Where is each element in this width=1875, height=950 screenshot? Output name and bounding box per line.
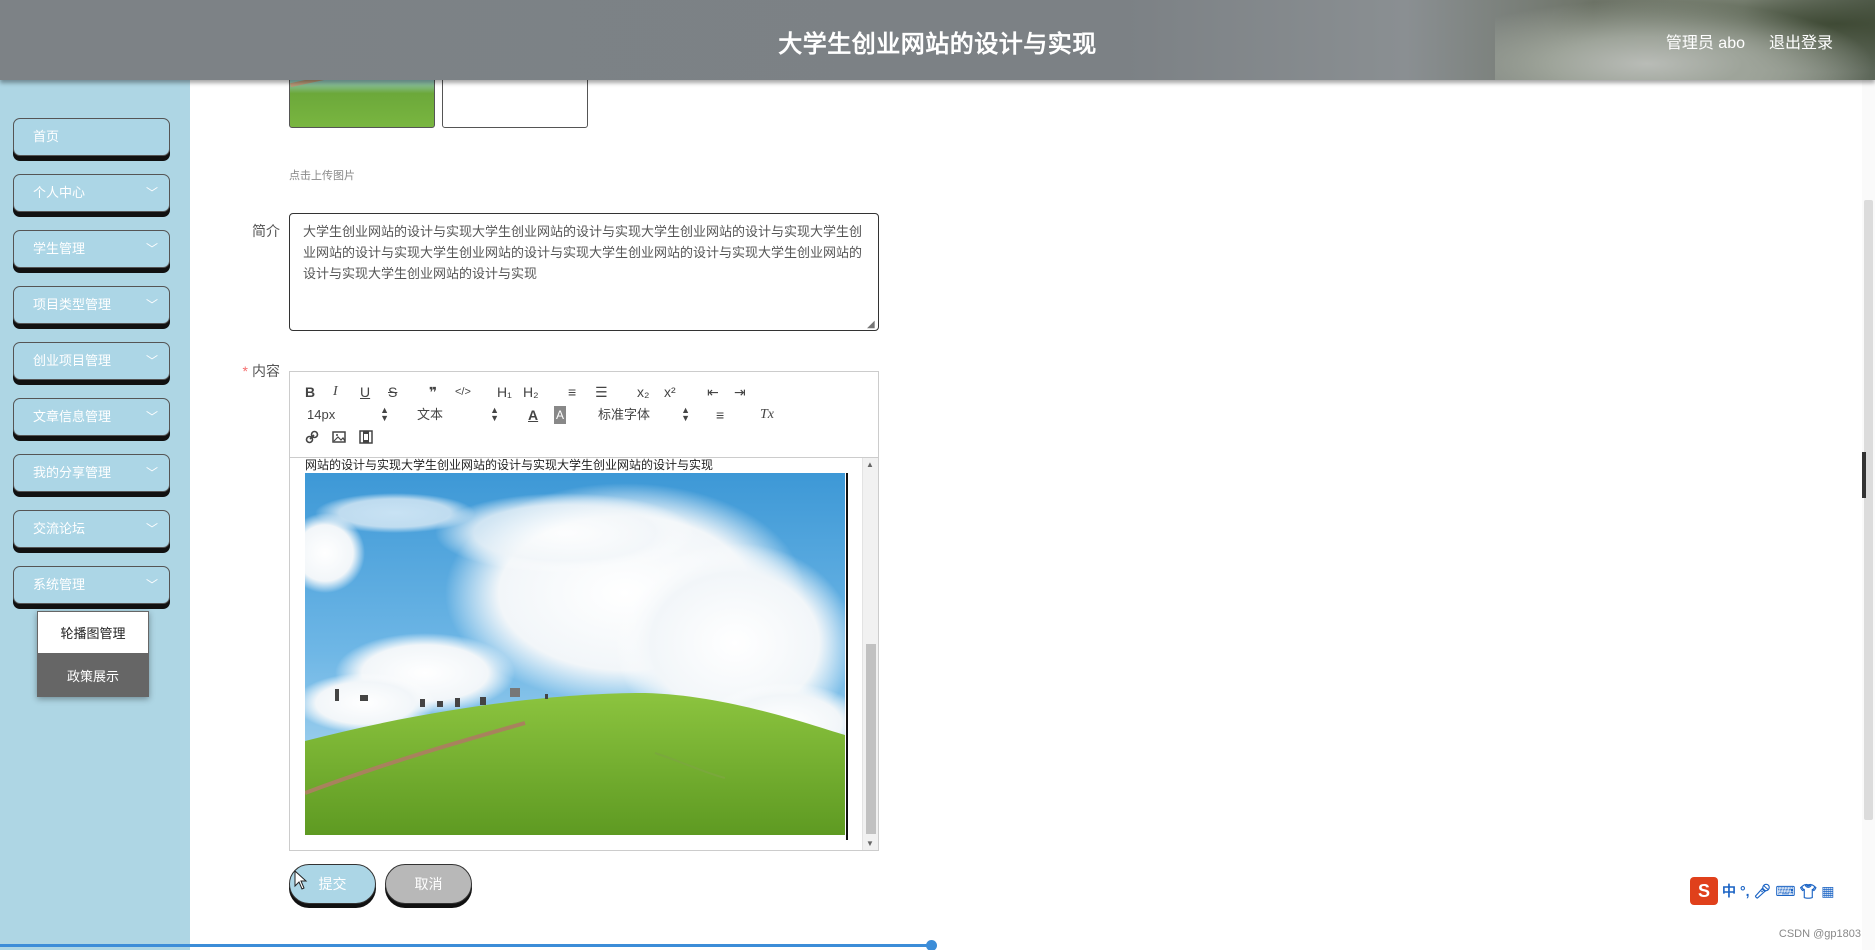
scroll-down-icon[interactable]: ▼ [866,839,874,848]
intro-textarea[interactable]: 大学生创业网站的设计与实现大学生创业网站的设计与实现大学生创业网站的设计与实现大… [289,213,879,331]
text-cursor [846,473,848,840]
editor-content[interactable]: 网站的设计与实现大学生创业网站的设计与实现大学生创业网站的设计与实现 [290,458,860,850]
chevron-down-icon: ﹀ [145,298,158,312]
chevron-down-icon: ﹀ [145,578,158,592]
upload-hint: 点击上传图片 [289,170,355,182]
sidebar-item-my-shares[interactable]: 我的分享管理 ﹀ [13,454,170,492]
image-icon[interactable] [332,430,346,448]
indent-icon[interactable]: ⇥ [734,383,746,401]
sidebar-item-label: 个人中心 [33,185,86,200]
sidebar-item-label: 创业项目管理 [33,353,112,368]
sidebar-item-label: 文章信息管理 [33,409,112,424]
editor-text-line: 网站的设计与实现大学生创业网站的设计与实现大学生创业网站的设计与实现 [305,458,714,472]
sidebar-item-label: 项目类型管理 [33,297,112,312]
select-arrows-icon: ▲ ▼ [490,405,499,423]
video-icon[interactable] [359,430,373,448]
sidebar-item-label: 我的分享管理 [33,465,112,480]
progress-line [0,944,934,947]
strike-icon[interactable]: S [388,383,397,401]
format-value: 文本 [417,407,444,422]
sidebar-item-student-management[interactable]: 学生管理 ﹀ [13,230,170,268]
chevron-down-icon: ﹀ [145,522,158,536]
link-icon[interactable] [305,430,319,448]
punctuation-icon[interactable]: °, [1740,883,1750,899]
ordered-list-icon[interactable]: ≡ [568,383,576,401]
editor-toolbar: B I U S ❞ </> H₁ H₂ ≡ ☰ x₂ x² ⇤ ⇥ 14px ▲ ▼… [290,372,878,458]
sidebar-item-home[interactable]: 首页 [13,118,170,156]
bold-icon[interactable]: B [305,383,315,401]
sidebar-item-label: 交流论坛 [33,521,86,536]
cancel-button[interactable]: 取消 [385,864,472,904]
subscript-icon[interactable]: x₂ [637,383,649,401]
submenu-item-policy[interactable]: 政策展示 [37,654,149,697]
font-family-select[interactable]: 标准字体 ▲ ▼ [598,406,690,424]
page-scroll-thumb[interactable] [1864,200,1873,820]
editor-scroll-thumb[interactable] [866,644,876,834]
editor-scrollbar[interactable]: ▲ ▼ [862,458,878,850]
csdn-watermark: CSDN @gp1803 [1778,928,1861,940]
chevron-down-icon: ﹀ [145,354,158,368]
logout-button[interactable]: 退出登录 [1769,29,1833,53]
sidebar-item-system[interactable]: 系统管理 ﹀ [13,566,170,604]
chinese-mode-icon[interactable]: 中 [1722,881,1736,901]
keyboard-icon[interactable]: ⌨ [1775,883,1795,900]
sidebar-item-personal-center[interactable]: 个人中心 ﹀ [13,174,170,212]
submenu-item-carousel[interactable]: 轮播图管理 [37,611,149,654]
sidebar: 首页 个人中心 ﹀ 学生管理 ﹀ 项目类型管理 ﹀ 创业项目管理 ﹀ 文章信息管理 ﹀ 我… [0,80,190,950]
current-user: 管理员 abo [1665,35,1745,52]
font-family-value: 标准字体 [598,407,651,422]
format-select[interactable]: 文本 ▲ ▼ [417,406,499,424]
system-submenu: 轮播图管理 政策展示 [37,611,149,697]
underline-icon[interactable]: U [360,383,370,401]
sidebar-item-label: 系统管理 [33,577,86,592]
mouse-pointer-icon [294,870,308,890]
microphone-icon[interactable]: 🎤︎ [1754,883,1772,900]
progress-handle[interactable] [926,940,937,950]
content-label-text: 内容 [252,363,280,379]
chevron-down-icon: ﹀ [145,410,158,424]
italic-icon[interactable]: I [333,383,338,401]
scroll-up-icon[interactable]: ▲ [866,460,874,469]
font-color-icon[interactable]: A [528,406,538,424]
h1-icon[interactable]: H₁ [497,383,512,401]
bullet-list-icon[interactable]: ☰ [595,383,608,401]
sidebar-item-forum[interactable]: 交流论坛 ﹀ [13,510,170,548]
rich-text-editor: B I U S ❞ </> H₁ H₂ ≡ ☰ x₂ x² ⇤ ⇥ 14px ▲ ▼… [289,371,879,851]
background-color-icon[interactable]: A [554,406,567,424]
clear-format-icon[interactable]: Tx [760,406,774,424]
site-title: 大学生创业网站的设计与实现 [778,31,1097,58]
resize-handle-icon[interactable]: ◢ [867,319,877,330]
page-scrollbar[interactable] [1862,80,1875,950]
sidebar-item-label: 首页 [33,129,60,144]
skin-icon[interactable]: 👕︎ [1800,883,1818,900]
sidebar-item-startup-project[interactable]: 创业项目管理 ﹀ [13,342,170,380]
align-icon[interactable]: ≡ [716,406,724,424]
toolbox-icon[interactable]: ▦ [1821,883,1834,900]
font-size-value: 14px [307,407,336,422]
outdent-icon[interactable]: ⇤ [707,383,719,401]
chevron-down-icon: ﹀ [145,186,158,200]
chevron-down-icon: ﹀ [145,242,158,256]
editor-embedded-image[interactable] [305,473,845,835]
sidebar-item-articles[interactable]: 文章信息管理 ﹀ [13,398,170,436]
superscript-icon[interactable]: x² [664,383,676,401]
top-header: 大学生创业网站的设计与实现 管理员 abo 退出登录 [0,0,1875,80]
select-arrows-icon: ▲ ▼ [681,405,690,423]
select-arrows-icon: ▲ ▼ [380,405,389,423]
code-block-icon[interactable]: </> [455,383,471,401]
sogou-logo-icon[interactable]: S [1690,877,1718,905]
sidebar-item-label: 学生管理 [33,241,86,256]
content-label: * 内容 [236,361,280,381]
scroll-position-marker [1862,452,1866,498]
blockquote-icon[interactable]: ❞ [429,383,437,401]
h2-icon[interactable]: H₂ [523,383,539,401]
required-marker: * [242,363,248,379]
chevron-down-icon: ﹀ [145,466,158,480]
sidebar-item-project-type[interactable]: 项目类型管理 ﹀ [13,286,170,324]
font-size-select[interactable]: 14px ▲ ▼ [307,406,389,424]
ime-toolbar: S 中 °, 🎤︎ ⌨ 👕︎ ▦ [1688,876,1860,906]
intro-label: 简介 [252,223,280,239]
